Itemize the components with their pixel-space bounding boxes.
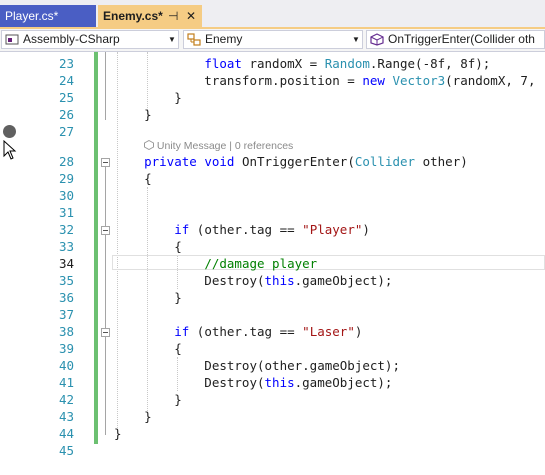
code-line[interactable]: Destroy(this.gameObject); [114,374,392,391]
line-number: 26 [58,107,74,122]
line-number: 27 [58,124,74,139]
code-line[interactable]: if (other.tag == "Laser") [114,323,362,340]
line-number: 23 [58,56,74,71]
line-number: 43 [58,409,74,424]
line-number: 24 [58,73,74,88]
line-number: 35 [58,273,74,288]
line-number: 28 [58,154,74,169]
line-number: 40 [58,358,74,373]
line-number: 32 [58,222,74,237]
line-number: 38 [58,324,74,339]
code-line[interactable]: } [114,425,122,442]
line-number: 34 [58,256,74,271]
collapse-method-icon[interactable] [101,158,110,167]
class-icon [187,33,201,46]
mouse-cursor-icon [3,140,17,160]
code-line[interactable]: private void OnTriggerEnter(Collider oth… [114,153,468,170]
code-line[interactable]: { [114,340,182,357]
line-number: 45 [58,443,74,458]
tab-player-cs[interactable]: Player.cs* [0,5,96,27]
code-line[interactable]: Destroy(other.gameObject); [114,357,400,374]
code-line[interactable]: } [114,391,182,408]
code-line[interactable]: { [114,170,152,187]
project-dropdown[interactable]: Assembly-CSharp ▼ [1,30,179,49]
tab-enemy-cs[interactable]: Enemy.cs* ⊣ ✕ [98,5,202,27]
line-number: 25 [58,90,74,105]
code-line[interactable]: } [114,89,182,106]
codelens-indicator[interactable]: Unity Message | 0 references [144,139,294,152]
code-line[interactable]: { [114,238,182,255]
class-dropdown[interactable]: Enemy ▼ [183,30,363,49]
member-dropdown-value: OnTriggerEnter(Collider oth [388,32,535,46]
document-tab-strip: Player.cs* Enemy.cs* ⊣ ✕ [0,0,545,29]
line-number: 30 [58,188,74,203]
code-line[interactable]: if (other.tag == "Player") [114,221,370,238]
codelens-text: Unity Message | 0 references [156,140,294,152]
csharp-project-icon [5,34,19,45]
unity-message-icon [144,139,154,151]
code-line[interactable]: Destroy(this.gameObject); [114,272,392,289]
line-number: 37 [58,307,74,322]
project-dropdown-value: Assembly-CSharp [23,32,120,46]
line-number: 44 [58,426,74,441]
method-icon [370,33,384,46]
chevron-down-icon: ▼ [168,35,176,44]
chevron-down-icon: ▼ [352,35,360,44]
code-line[interactable]: //damage player [114,255,317,272]
outline-line [105,167,106,435]
line-number: 33 [58,239,74,254]
line-number: 36 [58,290,74,305]
tab-label: Enemy.cs* [103,9,163,23]
tab-label: Player.cs* [5,9,59,23]
code-line[interactable]: } [114,106,152,123]
breakpoint-icon[interactable] [3,125,16,138]
collapse-if-icon[interactable] [101,226,110,235]
line-number: 31 [58,205,74,220]
change-tracking-bar [94,52,98,444]
code-line[interactable]: } [114,289,182,306]
close-icon[interactable]: ✕ [186,5,196,27]
line-number: 42 [58,392,74,407]
line-number: 29 [58,171,74,186]
code-line[interactable]: transform.position = new Vector3(randomX… [114,72,535,89]
line-number: 39 [58,341,74,356]
navigation-bar: Assembly-CSharp ▼ Enemy ▼ OnTriggerEnter… [0,29,545,52]
line-number: 41 [58,375,74,390]
collapse-if-icon[interactable] [101,328,110,337]
class-dropdown-value: Enemy [205,32,243,46]
member-dropdown[interactable]: OnTriggerEnter(Collider oth [366,30,545,49]
pin-icon[interactable]: ⊣ [168,5,178,27]
code-line[interactable]: } [114,408,152,425]
glyph-margin[interactable] [0,52,20,475]
code-line[interactable]: float randomX = Random.Range(-8f, 8f); [114,55,490,72]
outline-line [105,52,106,120]
